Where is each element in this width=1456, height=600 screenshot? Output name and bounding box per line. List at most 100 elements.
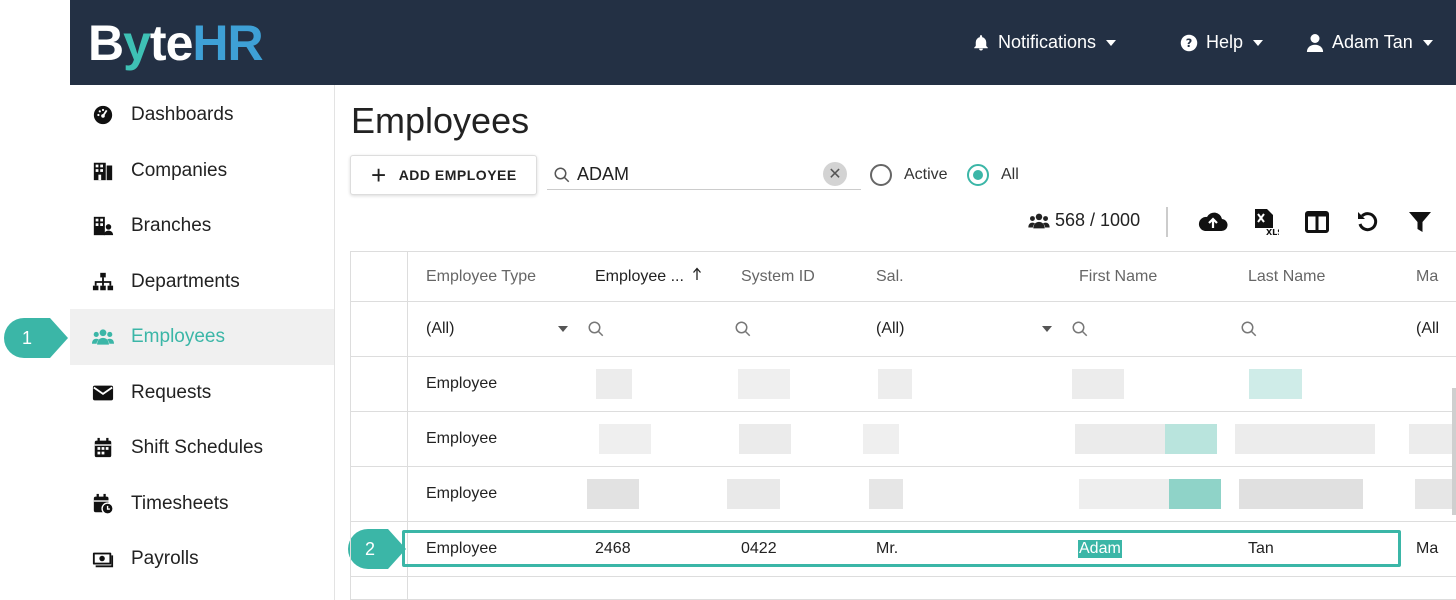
cell-employee-type: Employee xyxy=(426,430,498,447)
money-icon xyxy=(92,552,114,568)
svg-text:XLS: XLS xyxy=(1266,228,1279,236)
dropdown-arrow-icon[interactable] xyxy=(1042,326,1052,332)
filter-all-radio[interactable]: All xyxy=(967,164,1019,186)
xls-export-icon[interactable]: XLS xyxy=(1250,206,1282,238)
search-icon[interactable] xyxy=(734,320,752,338)
user-icon xyxy=(1306,33,1324,52)
redacted-cell xyxy=(1249,369,1302,399)
sidebar-item-label: Branches xyxy=(131,215,212,236)
filter-employee-type[interactable]: (All) xyxy=(426,302,454,356)
redacted-cell xyxy=(878,369,912,399)
upload-icon[interactable] xyxy=(1197,206,1229,238)
sidebar-item-dashboards[interactable]: Dashboards xyxy=(70,87,334,143)
envelope-icon xyxy=(92,385,114,401)
redacted-cell xyxy=(1075,424,1165,454)
sitemap-icon xyxy=(92,272,114,291)
sidebar-item-label: Dashboards xyxy=(131,104,234,125)
filter-active-radio[interactable]: Active xyxy=(870,164,948,186)
redacted-cell xyxy=(587,479,639,509)
search-icon[interactable] xyxy=(1071,320,1089,338)
sidebar-item-payrolls[interactable]: Payrolls xyxy=(70,531,334,587)
column-header-salutation[interactable]: Sal. xyxy=(876,252,904,301)
search-input[interactable] xyxy=(577,164,817,185)
branch-icon xyxy=(93,216,114,236)
redacted-cell xyxy=(1239,479,1363,509)
column-header-first-name[interactable]: First Name xyxy=(1079,252,1157,301)
vertical-scrollbar[interactable] xyxy=(1452,388,1456,515)
user-menu[interactable]: Adam Tan xyxy=(1306,32,1433,53)
chevron-down-icon xyxy=(1106,39,1117,46)
column-header-employee-type[interactable]: Employee Type xyxy=(426,252,536,301)
notifications-menu[interactable]: Notifications xyxy=(972,32,1117,53)
sidebar-item-shift-schedules[interactable]: Shift Schedules xyxy=(70,420,334,476)
filter-active-label: Active xyxy=(904,166,948,183)
top-bar: By te HR Notifications ? Help Adam Tan xyxy=(70,0,1456,85)
sidebar-item-label: Payrolls xyxy=(131,548,199,569)
search-icon[interactable] xyxy=(1240,320,1258,338)
redacted-cell xyxy=(599,424,651,454)
search-field: ✕ xyxy=(547,160,861,190)
dropdown-arrow-icon[interactable] xyxy=(558,326,568,332)
sidebar-item-requests[interactable]: Requests xyxy=(70,365,334,421)
clear-search-icon[interactable]: ✕ xyxy=(823,162,847,186)
redacted-cell xyxy=(738,369,790,399)
sidebar-item-branches[interactable]: Branches xyxy=(70,198,334,254)
cell-employee-type: Employee xyxy=(426,375,498,392)
redacted-cell xyxy=(869,479,903,509)
sidebar-item-label: Shift Schedules xyxy=(131,437,264,458)
help-icon: ? xyxy=(1180,34,1198,51)
filter-salutation[interactable]: (All) xyxy=(876,302,904,356)
redacted-cell xyxy=(1079,479,1169,509)
search-icon xyxy=(554,167,570,182)
reset-icon[interactable] xyxy=(1352,206,1384,238)
column-header-system-id[interactable]: System ID xyxy=(741,252,815,301)
building-icon xyxy=(93,162,113,181)
add-employee-button[interactable]: + ADD EMPLOYEE xyxy=(350,155,537,195)
column-header-last-name[interactable]: Last Name xyxy=(1248,252,1325,301)
cell-employee-type: Employee xyxy=(426,485,498,502)
table-row[interactable]: Employee xyxy=(351,467,1456,522)
bell-icon xyxy=(974,34,988,50)
redacted-cell xyxy=(1072,369,1124,399)
bytehr-logo[interactable]: By te HR xyxy=(88,15,264,71)
redacted-cell xyxy=(1165,424,1217,454)
sidebar-item-label: Employees xyxy=(131,326,225,347)
chevron-down-icon xyxy=(1253,39,1264,46)
step-marker-1: 1 xyxy=(4,318,68,358)
sidebar-item-label: Companies xyxy=(131,160,228,181)
count-value: 568 / 1000 xyxy=(1055,210,1141,230)
sidebar-item-label: Requests xyxy=(131,382,212,403)
employee-count: 568 / 1000 xyxy=(1028,210,1140,231)
help-menu[interactable]: ? Help xyxy=(1180,32,1264,53)
notifications-label: Notifications xyxy=(998,32,1097,52)
chevron-down-icon xyxy=(1422,39,1433,46)
sidebar-item-companies[interactable]: Companies xyxy=(70,143,334,199)
columns-icon[interactable] xyxy=(1301,206,1333,238)
sidebar: Dashboards Companies Branches Department… xyxy=(70,85,335,600)
filter-ma[interactable]: (All xyxy=(1416,302,1439,356)
redacted-cell xyxy=(863,424,899,454)
grid-header: Employee Type Employee ... System ID Sal… xyxy=(351,252,1456,302)
user-name: Adam Tan xyxy=(1332,32,1413,52)
grid-filter-row: (All) (All) (All xyxy=(351,302,1456,357)
sidebar-item-label: Departments xyxy=(131,271,240,292)
table-row[interactable]: Employee xyxy=(351,412,1456,467)
redacted-cell xyxy=(1409,424,1456,454)
filter-icon[interactable] xyxy=(1404,206,1436,238)
filter-all-label: All xyxy=(1001,166,1019,183)
redacted-cell xyxy=(1415,479,1456,509)
radio-unchecked-icon xyxy=(870,164,892,186)
column-header-ma[interactable]: Ma xyxy=(1416,252,1438,301)
cell-ma: Ma xyxy=(1416,540,1439,557)
sidebar-item-label: Timesheets xyxy=(131,493,229,514)
sidebar-item-departments[interactable]: Departments xyxy=(70,254,334,310)
toolbar-divider xyxy=(1166,207,1168,237)
search-icon[interactable] xyxy=(587,320,605,338)
sidebar-item-employees[interactable]: Employees xyxy=(70,309,334,365)
users-icon xyxy=(92,329,114,345)
redacted-cell xyxy=(727,479,780,509)
calendar-clock-icon xyxy=(93,493,114,515)
column-header-employee-no[interactable]: Employee ... xyxy=(595,252,702,301)
table-row[interactable]: Employee xyxy=(351,357,1456,412)
sidebar-item-timesheets[interactable]: Timesheets xyxy=(70,476,334,532)
